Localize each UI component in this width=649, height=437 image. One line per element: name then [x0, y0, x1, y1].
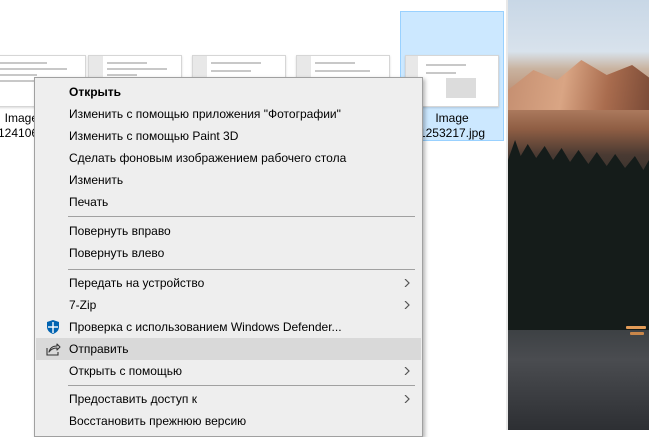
preview-boat-light	[630, 332, 644, 335]
menu-item-label: Повернуть вправо	[69, 224, 171, 238]
menu-item-edit-with-paint3d[interactable]: Изменить с помощью Paint 3D	[36, 125, 421, 147]
chevron-right-icon	[404, 367, 410, 375]
menu-item-label: Восстановить прежнюю версию	[69, 414, 247, 428]
context-menu: Открыть Изменить с помощью приложения "Ф…	[34, 77, 423, 437]
chevron-right-icon	[404, 301, 410, 309]
preview-forest	[508, 140, 649, 340]
menu-item-label: Открыть	[69, 85, 122, 99]
menu-item-share[interactable]: Отправить	[36, 338, 421, 360]
menu-item-set-as-wallpaper[interactable]: Сделать фоновым изображением рабочего ст…	[36, 147, 421, 169]
menu-item-rotate-left[interactable]: Повернуть влево	[36, 242, 421, 264]
file-name-label: Image 124106	[0, 111, 38, 141]
chevron-right-icon	[404, 395, 410, 403]
menu-item-label: Проверка с использованием Windows Defend…	[69, 320, 342, 334]
menu-item-7zip[interactable]: 7-Zip	[36, 294, 421, 316]
menu-item-label: Отправить	[69, 342, 129, 356]
menu-item-label: Печать	[69, 195, 109, 209]
image-preview	[508, 0, 649, 430]
menu-item-give-access-to[interactable]: Предоставить доступ к	[36, 388, 421, 410]
preview-mountain	[508, 60, 649, 110]
menu-item-print[interactable]: Печать	[36, 191, 421, 213]
menu-item-open-with[interactable]: Открыть с помощью	[36, 360, 421, 382]
menu-item-edit-with-photos[interactable]: Изменить с помощью приложения "Фотографи…	[36, 103, 421, 125]
menu-item-edit[interactable]: Изменить	[36, 169, 421, 191]
menu-item-label: Открыть с помощью	[69, 364, 183, 378]
menu-item-label: Изменить с помощью приложения "Фотографи…	[69, 107, 341, 121]
menu-separator	[68, 385, 415, 386]
menu-item-label: 7-Zip	[69, 298, 97, 312]
menu-separator	[68, 216, 415, 217]
menu-item-rotate-right[interactable]: Повернуть вправо	[36, 220, 421, 242]
preview-lake	[508, 330, 649, 430]
menu-item-label: Предоставить доступ к	[69, 392, 197, 406]
menu-item-open[interactable]: Открыть	[36, 81, 421, 103]
menu-item-label: Изменить с помощью Paint 3D	[69, 129, 239, 143]
menu-item-label: Изменить	[69, 173, 124, 187]
file-name-line1: Image	[4, 111, 38, 125]
menu-item-label: Сделать фоновым изображением рабочего ст…	[69, 151, 347, 165]
windows-defender-shield-icon	[47, 320, 59, 334]
chevron-right-icon	[404, 279, 410, 287]
preview-boat-light	[626, 326, 646, 329]
file-name-line2: 124106	[0, 126, 39, 140]
share-icon	[46, 343, 61, 356]
menu-item-cast-to-device[interactable]: Передать на устройство	[36, 272, 421, 294]
menu-item-windows-defender-scan[interactable]: Проверка с использованием Windows Defend…	[36, 316, 421, 338]
menu-item-label: Повернуть влево	[69, 246, 165, 260]
menu-item-label: Передать на устройство	[69, 276, 205, 290]
menu-separator	[68, 269, 415, 270]
menu-item-restore-previous-versions[interactable]: Восстановить прежнюю версию	[36, 410, 421, 432]
